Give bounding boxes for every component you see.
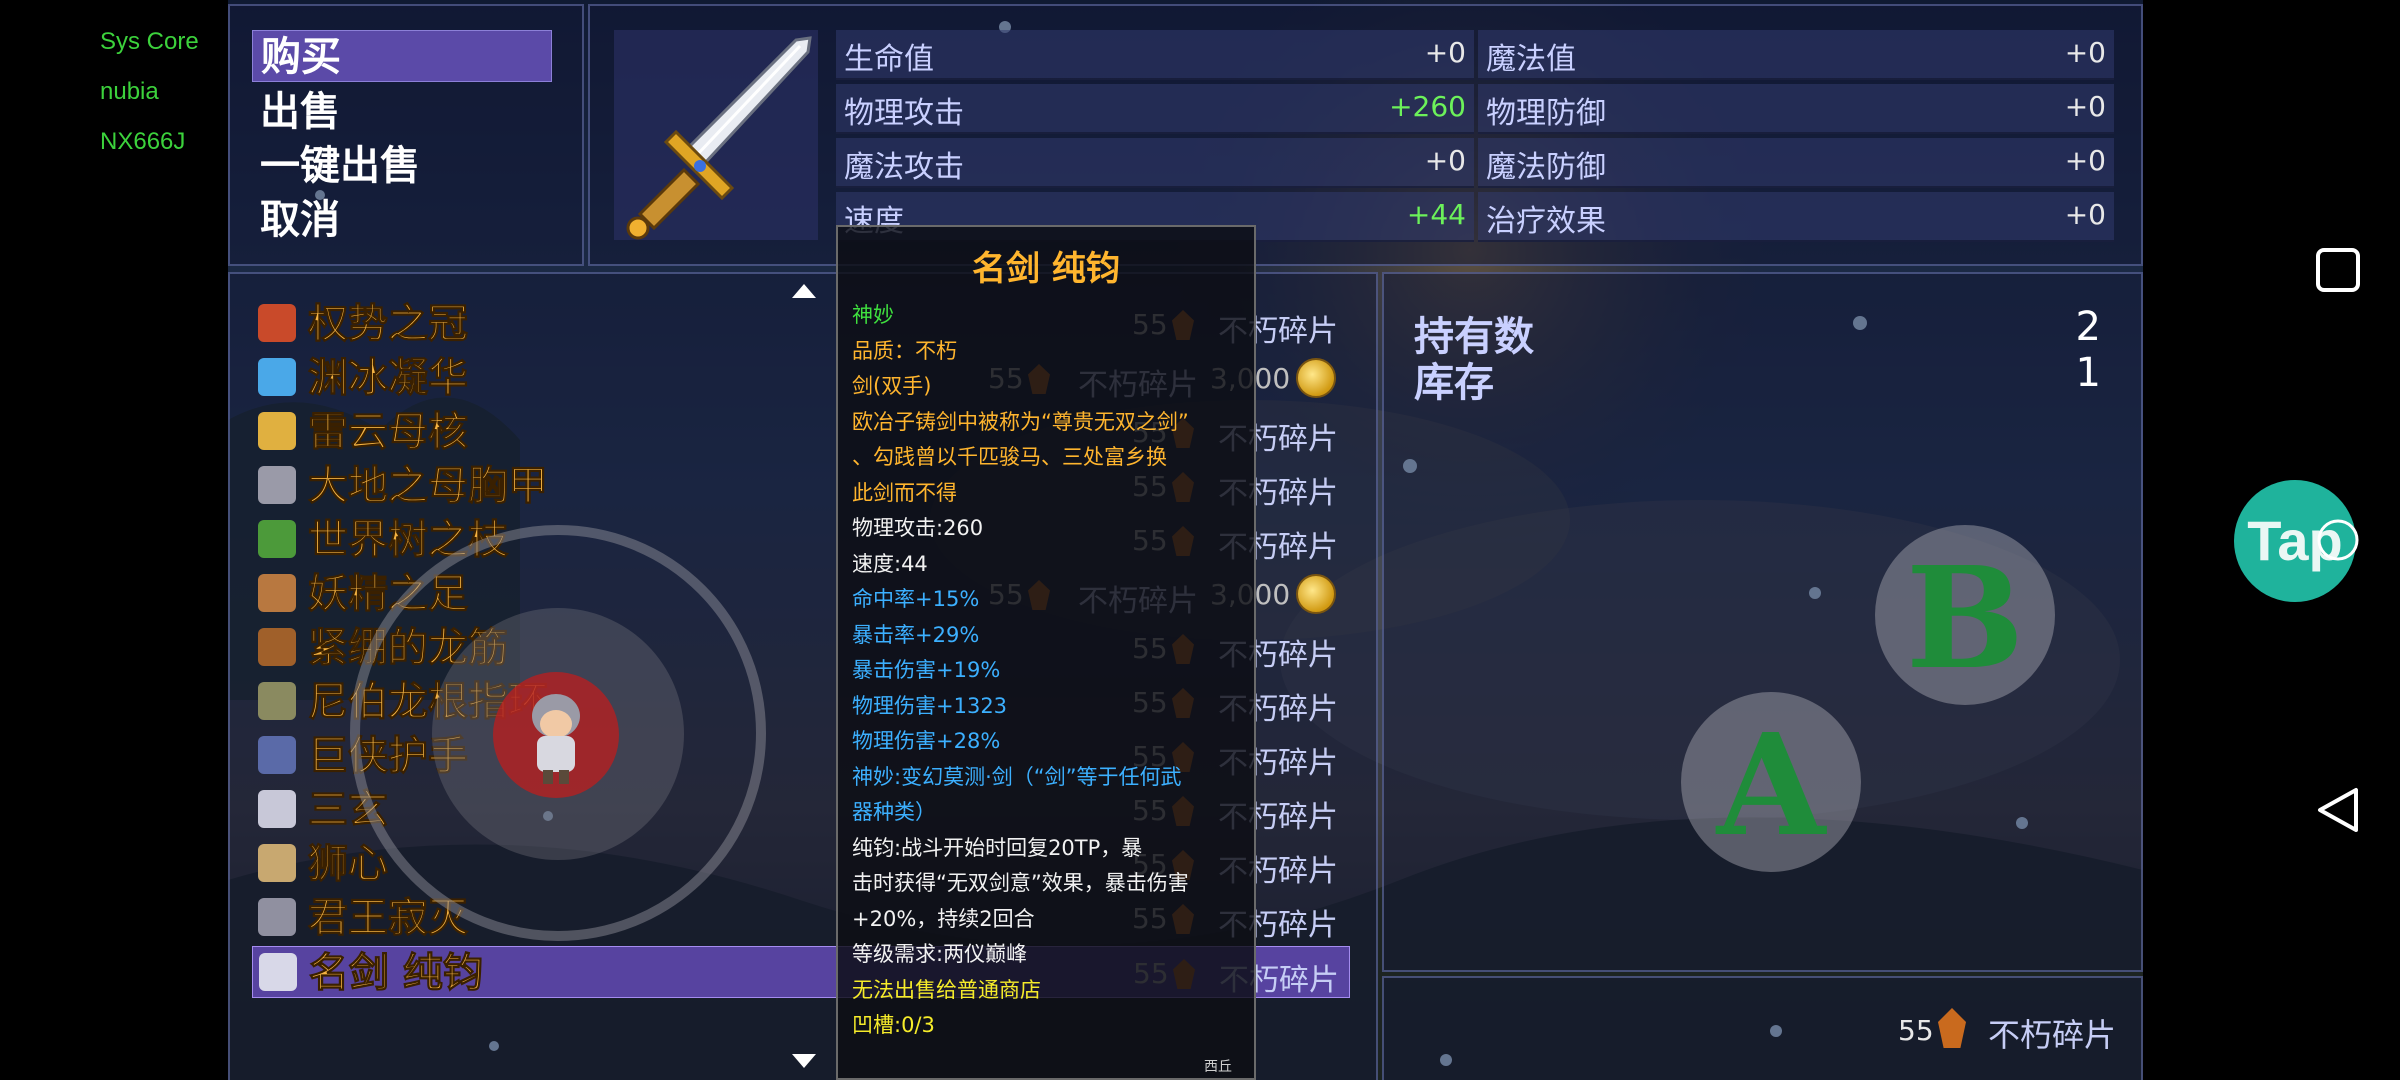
stat-row: 魔法防御 +0 (1478, 138, 2114, 188)
lion-emblem-icon (258, 844, 296, 882)
tooltip-sell-note: 无法出售给普通商店 (852, 977, 1041, 1002)
stat-row: 生命值 +0 (836, 30, 1474, 80)
gold-coin-icon (1296, 574, 1336, 614)
tooltip-bonus-stat: 暴击伤害+19% (852, 658, 1001, 682)
buy-command[interactable]: 购买 (252, 30, 552, 82)
stat-name: 魔法值 (1486, 42, 1576, 77)
thunder-core-icon (258, 412, 296, 450)
scroll-down-arrow-icon[interactable] (792, 1054, 816, 1070)
sword-icon (259, 953, 297, 991)
stat-row: 魔法值 +0 (1478, 30, 2114, 80)
stat-name: 生命值 (844, 42, 934, 77)
tooltip-description-line: 欧冶子铸剑中被称为“尊贵无双之剑” (852, 409, 1189, 434)
tooltip-footer: 西丘 (1204, 1059, 1232, 1075)
a-button-label: A (1716, 704, 1826, 868)
tooltip-description-line: 、勾践曾以千匹骏马、三处富乡换 (852, 445, 1167, 469)
command-menu: 购买 出售 一键出售 取消 (228, 4, 584, 266)
stat-value: +0 (1424, 144, 1466, 177)
recent-apps-icon[interactable] (2314, 246, 2362, 294)
back-icon[interactable] (2314, 786, 2362, 834)
ice-crystal-icon (258, 358, 296, 396)
owned-value: 2 (2075, 304, 2101, 350)
sell-all-command[interactable]: 一键出售 (260, 140, 420, 192)
tooltip-bonus-stat: 物理伤害+28% (852, 729, 1001, 753)
tooltip-level-requirement: 等级需求:两仪巅峰 (852, 942, 1028, 966)
tooltip-bonus-stat: 暴击率+29% (852, 622, 980, 647)
stock-label: 库存 (1414, 360, 1494, 406)
armor-icon (258, 466, 296, 504)
tooltip-special-line: 击时获得“无双剑意”效果，暴击伤害 (852, 871, 1189, 895)
item-preview-frame (614, 30, 818, 240)
boots-icon (258, 574, 296, 612)
stat-value: +260 (1389, 90, 1466, 123)
tooltip-description-line: 此剑而不得 (852, 480, 957, 505)
stat-name: 物理攻击 (844, 96, 964, 131)
tooltip-quality: 品质：不朽 (852, 338, 957, 363)
stat-value: +0 (2064, 144, 2106, 177)
wallet-amount: 55 (1898, 1014, 1934, 1047)
stat-name: 魔法防御 (1486, 150, 1606, 185)
tooltip-special-line: 纯钧:战斗开始时回复20TP，暴 (852, 835, 1143, 860)
item-name: 大地之母胸甲 (308, 463, 549, 510)
branch-icon (258, 520, 296, 558)
sys-overlay-line-1: Sys Core (100, 28, 199, 55)
stat-value: +44 (1406, 198, 1466, 231)
tooltip-bonus-stat: 器种类） (852, 800, 936, 824)
cancel-command[interactable]: 取消 (260, 194, 340, 246)
gauntlet-icon (258, 736, 296, 774)
tooltip-type: 剑(双手) (852, 374, 932, 398)
item-name: 权势之冠 (308, 301, 469, 348)
sinew-icon (258, 628, 296, 666)
player-avatar-icon (532, 694, 580, 784)
joystick-knob[interactable] (493, 672, 619, 798)
sell-command[interactable]: 出售 (260, 86, 340, 138)
stat-name: 魔法攻击 (844, 150, 964, 185)
item-name: 狮心 (308, 841, 389, 888)
crown-icon (258, 304, 296, 342)
stat-value: +0 (2064, 90, 2106, 123)
stat-row: 魔法攻击 +0 (836, 138, 1474, 188)
item-name: 雷云母核 (308, 409, 469, 456)
b-button[interactable]: B (1875, 525, 2055, 705)
tooltip-bonus-stat: 命中率+15% (852, 587, 980, 611)
shard-gem-icon (1938, 1008, 1966, 1048)
tooltip-bonus-stat: 神妙:变幻莫测·剑（“剑”等于任何武 (852, 764, 1182, 789)
ring-icon[interactable] (2316, 518, 2360, 562)
tooltip-special-line: +20%，持续2回合 (852, 906, 1035, 931)
item-name: 名剑 纯钧 (309, 950, 484, 997)
a-button[interactable]: A (1681, 692, 1861, 872)
stat-name: 治疗效果 (1486, 204, 1606, 239)
sys-overlay-line-3: NX666J (100, 128, 186, 155)
tooltip-bonus-stat: 物理伤害+1323 (852, 693, 1008, 718)
sys-overlay-line-2: nubia (100, 78, 159, 105)
stock-value: 1 (2075, 350, 2101, 396)
blade-icon (258, 790, 296, 828)
tooltip-rarity: 神妙 (852, 303, 894, 327)
tooltip-base-stat: 速度:44 (852, 551, 928, 576)
wallet-panel: 55 不朽碎片 (1382, 976, 2143, 1080)
sword-icon (626, 36, 812, 240)
item-name: 渊冰凝华 (308, 355, 469, 402)
stat-row: 物理攻击 +260 (836, 84, 1474, 134)
tooltip-title: 名剑 纯钧 (972, 249, 1120, 289)
tooltip-base-stat: 物理攻击:260 (852, 516, 984, 540)
b-button-label: B (1905, 537, 2025, 701)
item-tooltip: 名剑 纯钧 神妙品质：不朽剑(双手) 欧冶子铸剑中被称为“尊贵无双之剑” 、勾践曾以… (836, 225, 1256, 1080)
stat-value: +0 (1424, 36, 1466, 69)
stat-value: +0 (2064, 36, 2106, 69)
mace-icon (258, 898, 296, 936)
wallet-currency: 不朽碎片 (1988, 1016, 2117, 1054)
stat-row: 物理防御 +0 (1478, 84, 2114, 134)
tooltip-sockets: 凹槽:0/3 (852, 1013, 935, 1037)
game-scene: Sys Core nubia NX666J 购买 出售 一键出售 取消 生命值 +… (0, 0, 2400, 1080)
stat-row: 治疗效果 +0 (1478, 192, 2114, 242)
stat-name: 物理防御 (1486, 96, 1606, 131)
stat-value: +0 (2064, 198, 2106, 231)
gold-coin-icon (1296, 358, 1336, 398)
ring-icon (258, 682, 296, 720)
